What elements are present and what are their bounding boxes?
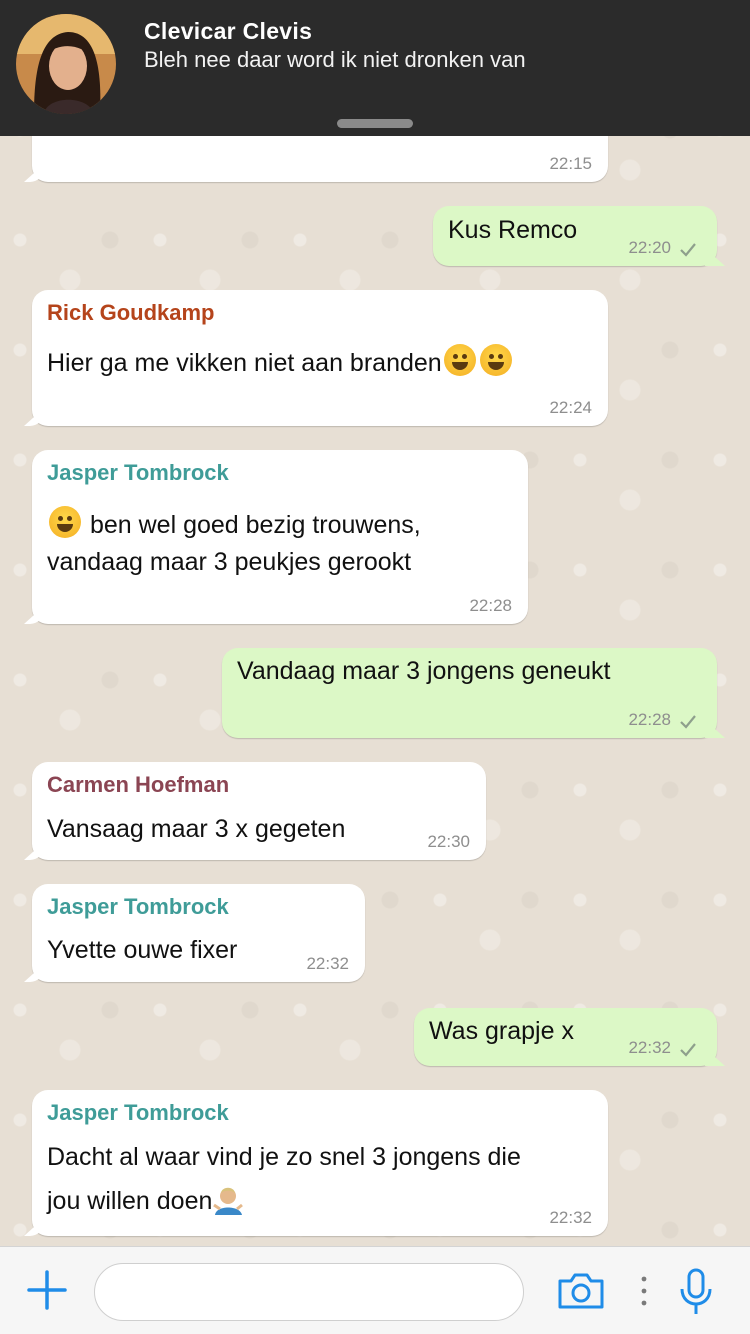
- message-time: 22:28: [628, 710, 671, 729]
- notification-sender: Clevicar Clevis: [144, 18, 313, 44]
- input-bar: [0, 1246, 750, 1334]
- message-text-body: jou willen doen: [47, 1187, 213, 1215]
- message-sender: Carmen Hoefman: [47, 772, 230, 797]
- message-text-line: ben wel goed bezig trouwens,: [47, 506, 421, 545]
- shrug-emoji-icon: [213, 1187, 244, 1215]
- avatar: [16, 14, 116, 114]
- message-time: 22:30: [427, 832, 470, 851]
- read-tick-icon: [680, 1043, 696, 1057]
- read-tick-icon: [680, 715, 696, 729]
- message-text: Yvette ouwe fixer: [47, 936, 238, 964]
- message-time: 22:32: [628, 1038, 671, 1057]
- laughing-emoji-icon: [443, 344, 476, 376]
- message-time: 22:20: [628, 238, 671, 257]
- message-text-body: ben wel goed bezig trouwens,: [89, 511, 421, 539]
- message-bubble-outgoing[interactable]: Was grapje x 22:32: [414, 1008, 717, 1066]
- message-bubble-incoming[interactable]: Carmen Hoefman Vansaag maar 3 x gegeten …: [32, 762, 486, 860]
- message-time: 22:24: [549, 398, 592, 417]
- message-time: 22:28: [469, 596, 512, 615]
- message-bubble-incoming[interactable]: Rick Goudkamp Hier ga me vikken niet aan…: [32, 290, 608, 426]
- camera-icon[interactable]: [556, 1271, 606, 1311]
- message-text: Hier ga me vikken niet aan branden: [47, 344, 514, 383]
- message-time: 22:32: [306, 954, 349, 973]
- message-bubble-outgoing[interactable]: Vandaag maar 3 jongens geneukt 22:28: [222, 648, 717, 738]
- notification-preview: Bleh nee daar word ik niet dronken van: [144, 47, 526, 72]
- sweat-smile-emoji-icon: [479, 344, 512, 376]
- message-text-line: Dacht al waar vind je zo snel 3 jongens …: [47, 1143, 521, 1171]
- message-time: 22:32: [549, 1208, 592, 1227]
- plus-icon[interactable]: [26, 1269, 68, 1311]
- message-bubble-incoming[interactable]: Jasper Tombrock ben wel goed bezig trouw…: [32, 450, 528, 624]
- message-text: Was grapje x: [429, 1017, 574, 1045]
- message-input[interactable]: [94, 1263, 524, 1321]
- message-text: Vansaag maar 3 x gegeten: [47, 815, 346, 843]
- message-bubble-incoming[interactable]: Jasper Tombrock Dacht al waar vind je zo…: [32, 1090, 608, 1236]
- message-text: Kus Remco: [448, 216, 578, 244]
- message-bubble-incoming[interactable]: Jasper Tombrock Yvette ouwe fixer 22:32: [32, 884, 365, 982]
- read-tick-icon: [680, 243, 696, 257]
- message-bubble-outgoing[interactable]: Kus Remco 22:20: [433, 206, 717, 266]
- banner-handle[interactable]: [337, 119, 413, 128]
- message-text: Vandaag maar 3 jongens geneukt: [237, 657, 611, 685]
- message-sender: Jasper Tombrock: [47, 460, 229, 485]
- message-sender: Jasper Tombrock: [47, 894, 229, 919]
- message-time: 22:15: [549, 154, 592, 173]
- message-sender: Rick Goudkamp: [47, 300, 215, 325]
- message-text-line: jou willen doen: [47, 1182, 246, 1221]
- laughing-emoji-icon: [49, 506, 81, 538]
- message-text-line: vandaag maar 3 peukjes gerookt: [47, 548, 412, 576]
- message-sender: Jasper Tombrock: [47, 1100, 229, 1125]
- more-dots-icon[interactable]: [640, 1271, 648, 1311]
- microphone-icon[interactable]: [678, 1267, 714, 1317]
- notification-banner[interactable]: Clevicar Clevis Bleh nee daar word ik ni…: [0, 0, 750, 136]
- message-text-body: Hier ga me vikken niet aan branden: [47, 349, 442, 377]
